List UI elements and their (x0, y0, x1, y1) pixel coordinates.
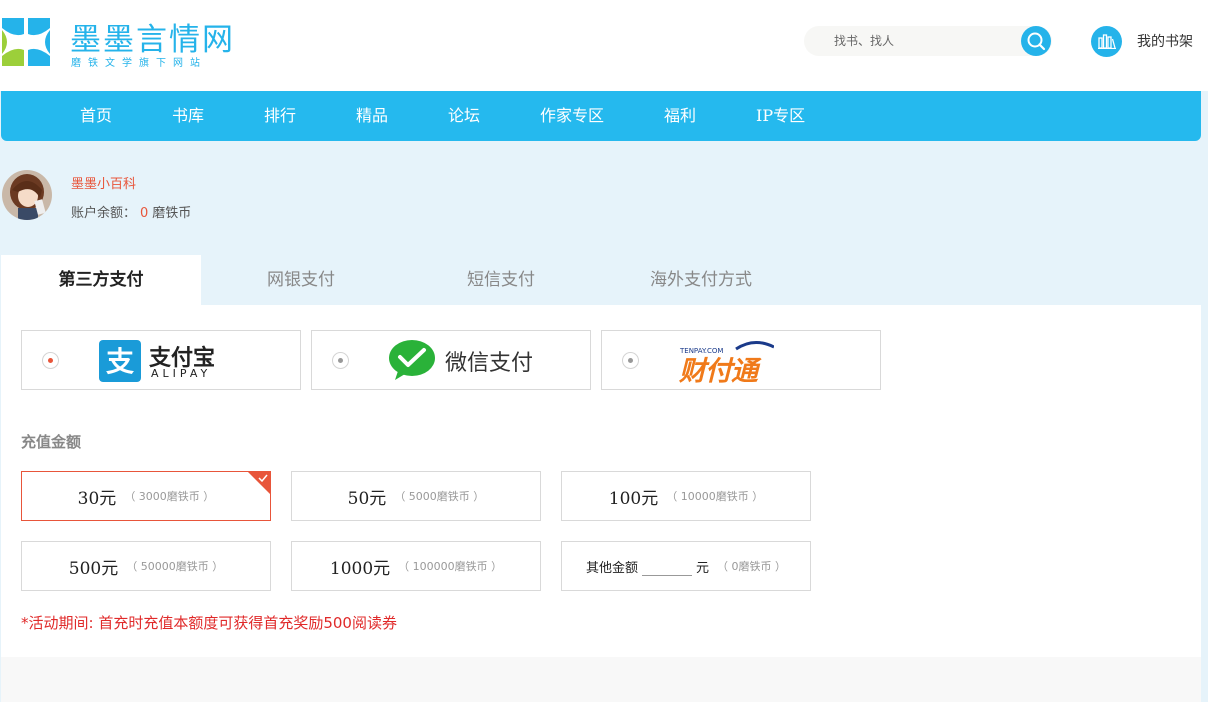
panel-footer (1, 657, 1201, 702)
search-box (804, 26, 1052, 56)
site-subtitle: 磨铁文学旗下网站 (71, 58, 207, 69)
balance-label: 账户余额： (71, 206, 137, 221)
nav-item-library[interactable]: 书库 (172, 91, 204, 141)
other-amount-unit: 元 (696, 560, 710, 576)
search-button[interactable] (1021, 26, 1051, 56)
nav-item-ranking[interactable]: 排行 (264, 91, 296, 141)
nav-item-forum[interactable]: 论坛 (448, 91, 480, 141)
payment-panel: 支 支付宝 ALIPAY 微信支付 TENPAY.COM 财付通 充值金额 30… (1, 305, 1201, 657)
amount-title: 充值金额 (21, 433, 82, 451)
svg-text:支: 支 (106, 345, 134, 378)
pay-option-wechat[interactable]: 微信支付 (311, 330, 591, 390)
check-icon (258, 474, 268, 483)
avatar-image-icon (2, 170, 52, 220)
site-logo[interactable]: 墨墨言情网 磨铁文学旗下网站 (0, 14, 240, 70)
amount-option-other[interactable]: 其他金额 元 （ 0磨铁币 ） (561, 541, 811, 591)
amount-sub: （ 5000磨铁币 ） (394, 490, 485, 503)
header: 墨墨言情网 磨铁文学旗下网站 我的书架 (0, 0, 1208, 91)
amount-option-50[interactable]: 50元 （ 5000磨铁币 ） (291, 471, 541, 521)
clover-logo-icon (2, 18, 50, 66)
search-icon (1027, 32, 1046, 51)
pay-option-alipay[interactable]: 支 支付宝 ALIPAY (21, 330, 301, 390)
balance-unit: 磨铁币 (152, 206, 192, 221)
main-nav: 首页 书库 排行 精品 论坛 作家专区 福利 IP专区 (1, 91, 1201, 141)
amount-sub: （ 3000磨铁币 ） (124, 490, 215, 503)
amount-option-1000[interactable]: 1000元 （ 100000磨铁币 ） (291, 541, 541, 591)
search-input[interactable] (818, 26, 1008, 56)
wechat-radio[interactable] (332, 352, 349, 369)
alipay-logo-icon: 支 (99, 340, 141, 382)
tenpay-name: 财付通 (679, 356, 758, 387)
other-amount-label: 其他金额 (585, 560, 638, 576)
amount-option-100[interactable]: 100元 （ 10000磨铁币 ） (561, 471, 811, 521)
avatar[interactable] (2, 170, 52, 220)
pay-option-tenpay[interactable]: TENPAY.COM 财付通 (601, 330, 881, 390)
balance-value: 0 (140, 206, 149, 221)
tenpay-radio[interactable] (622, 352, 639, 369)
tab-third-party[interactable]: 第三方支付 (1, 255, 201, 305)
nav-item-author-zone[interactable]: 作家专区 (540, 91, 604, 141)
alipay-radio[interactable] (42, 352, 59, 369)
nav-item-welfare[interactable]: 福利 (664, 91, 696, 141)
amount-main: 500元 (68, 558, 119, 579)
amount-sub: （ 100000磨铁币 ） (398, 560, 503, 573)
wechat-name: 微信支付 (445, 351, 534, 376)
amount-main: 100元 (608, 488, 659, 509)
nav-item-home[interactable]: 首页 (80, 91, 112, 141)
tab-online-banking[interactable]: 网银支付 (201, 255, 401, 305)
site-title: 墨墨言情网 (70, 22, 235, 58)
amount-sub: （ 50000磨铁币 ） (126, 560, 224, 573)
nav-item-featured[interactable]: 精品 (356, 91, 388, 141)
user-balance: 账户余额： 0 磨铁币 (71, 202, 191, 221)
amount-main: 1000元 (329, 558, 391, 579)
tab-overseas[interactable]: 海外支付方式 (601, 255, 801, 305)
nav-item-ip-zone[interactable]: IP专区 (756, 91, 805, 141)
bookshelf-label: 我的书架 (1137, 34, 1193, 50)
wechat-pay-logo-icon (389, 340, 435, 380)
payment-tabs: 第三方支付 网银支付 短信支付 海外支付方式 (1, 255, 1201, 305)
tab-sms[interactable]: 短信支付 (401, 255, 601, 305)
user-name[interactable]: 墨墨小百科 (71, 173, 136, 192)
amount-sub: （ 10000磨铁币 ） (666, 490, 764, 503)
amount-option-30[interactable]: 30元 （ 3000磨铁币 ） (21, 471, 271, 521)
bookshelf-link[interactable]: 我的书架 (1091, 25, 1193, 57)
other-amount-input[interactable] (642, 556, 692, 576)
amount-main: 30元 (77, 488, 117, 509)
amount-option-500[interactable]: 500元 （ 50000磨铁币 ） (21, 541, 271, 591)
other-amount-sub: （ 0磨铁币 ） (717, 560, 787, 573)
bookshelf-icon (1091, 25, 1122, 57)
amount-main: 50元 (347, 488, 387, 509)
alipay-sub: ALIPAY (151, 367, 212, 380)
promo-notice: *活动期间: 首充时充值本额度可获得首充奖励500阅读券 (21, 614, 397, 632)
